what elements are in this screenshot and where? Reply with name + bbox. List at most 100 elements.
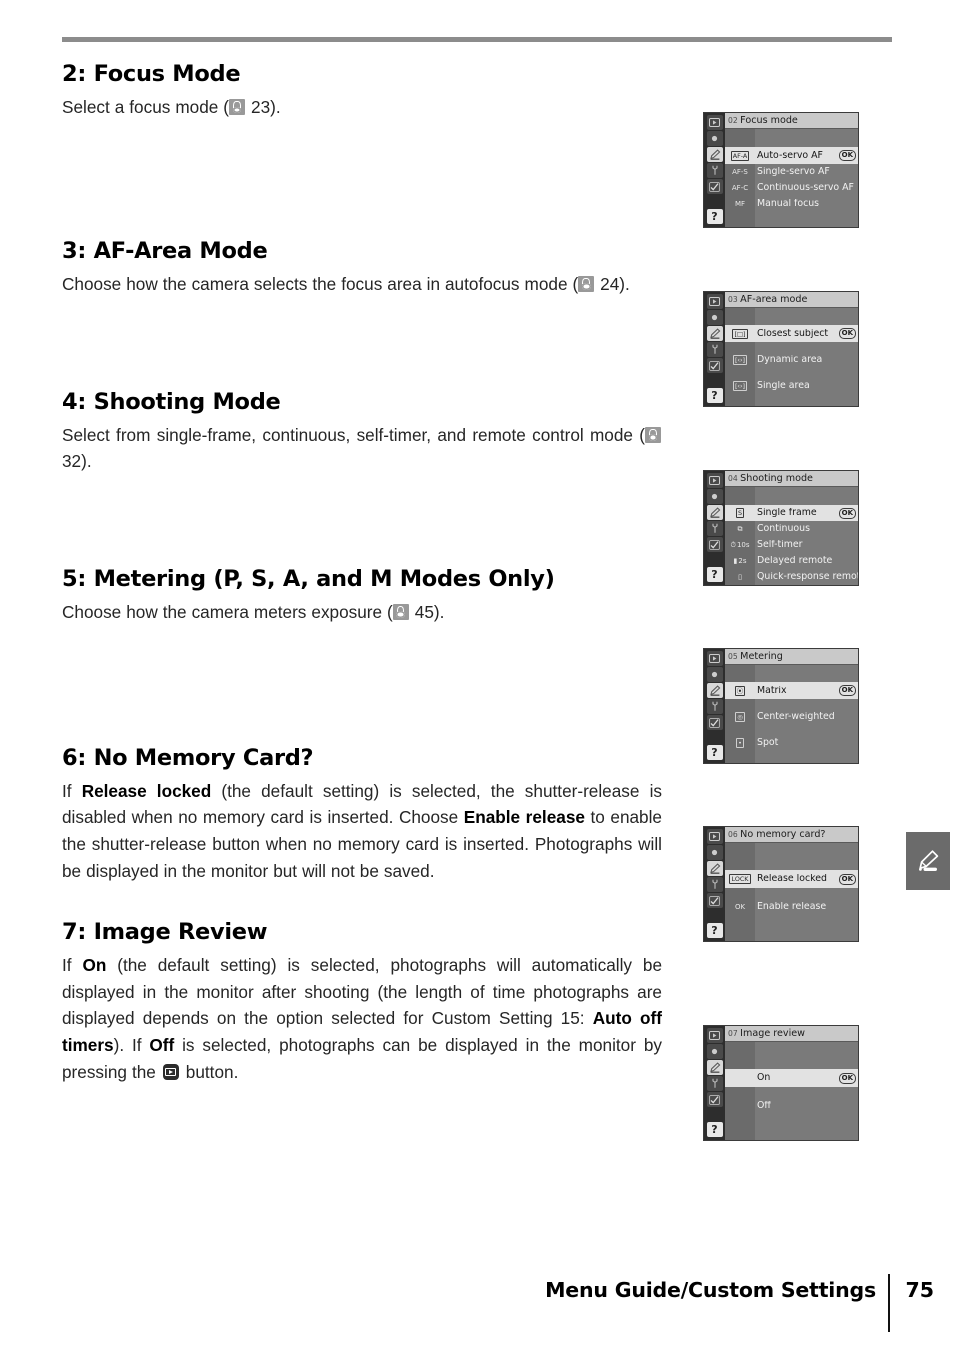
body-text: If xyxy=(62,955,83,976)
menu-row-spacer xyxy=(725,394,858,406)
menu-row[interactable]: ⦿ Matrix OK xyxy=(725,682,858,699)
help-question-icon[interactable]: ? xyxy=(706,567,723,582)
menu-sidebar: ? xyxy=(704,1026,725,1140)
menu-row[interactable]: ◎ Center-weighted xyxy=(725,708,858,725)
shooting-menu-icon[interactable] xyxy=(706,131,723,146)
playback-button-icon xyxy=(162,1064,179,1081)
emphasis-enable-release: Enable release xyxy=(463,807,585,828)
playback-icon[interactable] xyxy=(706,1028,723,1043)
help-question-icon[interactable]: ? xyxy=(706,923,723,938)
chapter-tab-custom-settings[interactable] xyxy=(906,832,950,890)
menu-row[interactable]: ▮ 2s Delayed remote xyxy=(725,553,858,569)
ok-badge: OK xyxy=(838,685,856,696)
page-reference-icon xyxy=(229,99,246,116)
center-weighted-icon: ◎ xyxy=(735,711,745,722)
row-tag: OK xyxy=(734,902,746,911)
body-text: 23). xyxy=(246,97,281,118)
menu-row[interactable]: [‹›] Single area xyxy=(725,377,858,394)
setup-wrench-icon[interactable] xyxy=(706,1076,723,1091)
body-text: button. xyxy=(180,1061,239,1082)
menu-row[interactable]: AF-S Single-servo AF xyxy=(725,164,858,180)
setup-wrench-icon[interactable] xyxy=(706,699,723,714)
camera-screenshot-shooting-mode: ? 04 Shooting mode S Single frame OK ⧉ C… xyxy=(703,470,859,586)
menu-sidebar: ? xyxy=(704,471,725,585)
pencil-icon xyxy=(919,850,939,871)
menu-row[interactable]: OK Enable release xyxy=(725,898,858,916)
menu-row[interactable]: AF-C Continuous-servo AF xyxy=(725,180,858,196)
row-label: Release locked xyxy=(757,874,827,884)
setup-wrench-icon[interactable] xyxy=(706,342,723,357)
row-label: Continuous xyxy=(757,524,810,534)
custom-settings-pencil-icon[interactable] xyxy=(706,1060,723,1075)
menu-row-spacer xyxy=(725,888,858,898)
shooting-menu-icon[interactable] xyxy=(706,667,723,682)
retouch-icon[interactable] xyxy=(706,179,723,194)
row-tag: S xyxy=(735,508,745,518)
shooting-menu-icon[interactable] xyxy=(706,489,723,504)
custom-settings-pencil-icon[interactable] xyxy=(706,147,723,162)
retouch-icon[interactable] xyxy=(706,358,723,373)
playback-icon[interactable] xyxy=(706,115,723,130)
footer-divider xyxy=(888,1274,890,1332)
menu-row[interactable]: LOCK Release locked OK xyxy=(725,870,858,888)
section-body: Select a focus mode ( 23). xyxy=(62,94,662,121)
section-body: Choose how the camera meters exposure ( … xyxy=(62,599,662,626)
custom-settings-pencil-icon[interactable] xyxy=(706,326,723,341)
row-label: Matrix xyxy=(757,685,787,696)
menu-row-spacer xyxy=(725,665,858,682)
playback-icon[interactable] xyxy=(706,294,723,309)
playback-icon[interactable] xyxy=(706,473,723,488)
help-question-icon[interactable]: ? xyxy=(706,745,723,760)
row-tag: ▮ 2s xyxy=(733,556,747,565)
menu-row[interactable]: MF Manual focus xyxy=(725,196,858,212)
playback-icon[interactable] xyxy=(706,651,723,666)
menu-row[interactable]: • Spot xyxy=(725,734,858,751)
custom-settings-pencil-icon[interactable] xyxy=(706,505,723,520)
row-label: On xyxy=(757,1073,771,1083)
retouch-icon[interactable] xyxy=(706,537,723,552)
matrix-metering-icon: ⦿ xyxy=(734,685,746,696)
menu-title: No memory card? xyxy=(740,828,826,840)
row-label: Manual focus xyxy=(757,199,820,209)
setup-wrench-icon[interactable] xyxy=(706,163,723,178)
menu-row[interactable]: AF-A Auto-servo AF OK xyxy=(725,147,858,164)
help-question-icon[interactable]: ? xyxy=(706,209,723,224)
menu-row[interactable]: On OK xyxy=(725,1069,858,1087)
menu-row[interactable]: ⏱ 10s Self-timer xyxy=(725,537,858,553)
shooting-menu-icon[interactable] xyxy=(706,1044,723,1059)
menu-row[interactable]: [‹›] Dynamic area xyxy=(725,351,858,368)
custom-settings-pencil-icon[interactable] xyxy=(706,683,723,698)
shooting-menu-icon[interactable] xyxy=(706,310,723,325)
playback-icon[interactable] xyxy=(706,829,723,844)
row-label: Quick-response remote xyxy=(757,572,858,582)
menu-row[interactable]: Off xyxy=(725,1097,858,1115)
setup-wrench-icon[interactable] xyxy=(706,521,723,536)
section-title: 7: Image Review xyxy=(62,919,268,946)
body-text: Choose how the camera meters exposure ( xyxy=(62,602,393,623)
retouch-icon[interactable] xyxy=(706,893,723,908)
shooting-menu-icon[interactable] xyxy=(706,845,723,860)
page-reference-icon xyxy=(645,426,661,443)
help-question-icon[interactable]: ? xyxy=(706,388,723,403)
row-label: Enable release xyxy=(757,902,827,912)
camera-screenshot-no-memory-card: ? 06 No memory card? LOCK Release locked… xyxy=(703,826,859,942)
row-label: Center-weighted xyxy=(757,711,835,722)
retouch-icon[interactable] xyxy=(706,1092,723,1107)
menu-row[interactable]: [□] Closest subject OK xyxy=(725,325,858,342)
section-focus-mode: 2: Focus Mode Select a focus mode ( 23). xyxy=(62,61,662,121)
menu-header: 03 AF-area mode xyxy=(725,292,858,308)
row-label: Self-timer xyxy=(757,540,803,550)
setup-wrench-icon[interactable] xyxy=(706,877,723,892)
menu-row[interactable]: ▯ Quick-response remote xyxy=(725,569,858,585)
retouch-icon[interactable] xyxy=(706,715,723,730)
body-text: ). If xyxy=(113,1035,150,1056)
row-tag: MF xyxy=(734,199,746,208)
menu-row-spacer xyxy=(725,1115,858,1140)
menu-row[interactable]: ⧉ Continuous xyxy=(725,521,858,537)
emphasis-off: Off xyxy=(149,1035,175,1056)
emphasis-on: On xyxy=(82,955,107,976)
custom-settings-pencil-icon[interactable] xyxy=(706,861,723,876)
row-label: Single area xyxy=(757,380,810,391)
menu-row[interactable]: S Single frame OK xyxy=(725,505,858,521)
help-question-icon[interactable]: ? xyxy=(706,1122,723,1137)
